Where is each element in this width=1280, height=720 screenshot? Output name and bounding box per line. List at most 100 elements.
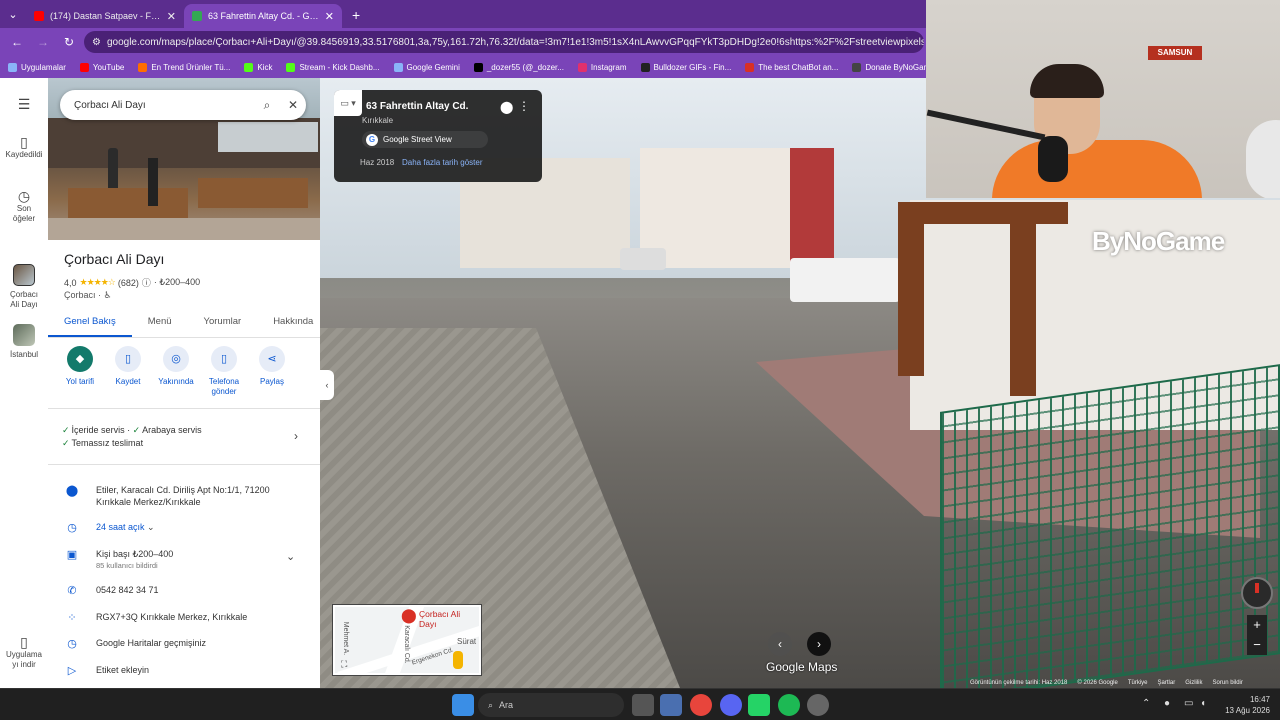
- store-icon[interactable]: [660, 694, 682, 716]
- search-icon[interactable]: ⌕: [254, 98, 280, 113]
- tab-google-maps[interactable]: 63 Fahrettin Altay Cd. - Google ✕: [184, 4, 342, 28]
- save-button[interactable]: ▯ Kaydet: [106, 346, 150, 397]
- expand-icon[interactable]: ⛶: [341, 659, 347, 670]
- info-icon[interactable]: ⓘ: [142, 276, 151, 289]
- forward-button[interactable]: →: [32, 35, 54, 49]
- mini-map[interactable]: Mehmet A. Karacalı Cd. Ergenekon Cd. ⬤ Ç…: [333, 605, 481, 675]
- amenities-row[interactable]: ✓ İçeride servis · ✓ Arabaya servis ✓ Temas…: [62, 424, 306, 450]
- volume-icon[interactable]: ◖: [1200, 698, 1206, 709]
- tab-about[interactable]: Hakkında: [257, 312, 320, 337]
- directions-button[interactable]: ◆ Yol tarifi: [58, 346, 102, 397]
- search-input[interactable]: Çorbacı Ali Dayı: [74, 100, 254, 111]
- footer-country[interactable]: Türkiye: [1128, 680, 1148, 688]
- tab-menu[interactable]: Menü: [132, 312, 188, 337]
- clock[interactable]: 16:47 13 Ağu 2026: [1210, 694, 1270, 716]
- start-icon[interactable]: [452, 694, 474, 716]
- chevron-right-icon[interactable]: ›: [294, 430, 298, 443]
- bookmark-favicon-icon: [244, 62, 254, 72]
- recent-button[interactable]: ◷ Son öğeler: [0, 188, 48, 224]
- bookmark-item[interactable]: Kick: [244, 62, 272, 72]
- site-info-icon[interactable]: ⚙: [92, 37, 101, 48]
- obs-icon[interactable]: [807, 694, 829, 716]
- bookmark-item[interactable]: Bulldozer GIFs - Fin...: [640, 62, 731, 72]
- menu-button[interactable]: ☰: [0, 96, 48, 112]
- taskbar-search[interactable]: ⌕ Ara: [478, 693, 624, 717]
- chevron-down-icon[interactable]: ⌄: [147, 522, 155, 532]
- spotify-icon[interactable]: [778, 694, 800, 716]
- bookmark-item[interactable]: Stream - Kick Dashb...: [286, 62, 380, 72]
- webcam-overlay: SAMSUN: [926, 0, 1280, 198]
- bookmark-item[interactable]: The best ChatBot an...: [745, 62, 838, 72]
- tab-search-icon[interactable]: ⌄: [0, 0, 26, 28]
- hours-row[interactable]: ◷ 24 saat açık ⌄: [48, 521, 320, 535]
- address-row[interactable]: ⬤ Etiler, Karacalı Cd. Diriliş Apt No:1/…: [48, 484, 320, 512]
- bookmark-item[interactable]: Donate ByNoGame...: [852, 62, 926, 72]
- zoom-out-button[interactable]: −: [1247, 635, 1267, 655]
- zoom-in-button[interactable]: +: [1247, 615, 1267, 635]
- reload-button[interactable]: ↻: [58, 35, 80, 49]
- price-row[interactable]: ▣ Kişi başı ₺200–400 85 kullanıcı bildir…: [48, 548, 320, 572]
- recent-label-2: öğeler: [12, 214, 36, 223]
- tab-overview[interactable]: Genel Bakış: [48, 312, 132, 337]
- recent-place-corbaci[interactable]: Çorbacı Ali Dayı: [0, 264, 48, 310]
- bookmark-item[interactable]: En Trend Ürünler Tü...: [138, 62, 230, 72]
- url-input[interactable]: ⚙ google.com/maps/place/Çorbacı+Ali+Dayı…: [84, 31, 924, 53]
- close-icon[interactable]: ✕: [325, 10, 334, 23]
- saved-button[interactable]: ▯ Kaydedildi: [0, 134, 48, 160]
- hours-value: 24 saat açık: [96, 522, 145, 532]
- place-panel: Çorbacı Ali Dayı ⌕ ✕ Çorbacı Ali Dayı 4,…: [48, 78, 320, 688]
- price-reports: 85 kullanıcı bildirdi: [96, 561, 158, 570]
- app-label: Uygulama: [5, 650, 42, 659]
- send-to-phone-button[interactable]: ▯ Telefona gönder: [202, 346, 246, 397]
- history-row[interactable]: ◷ Google Haritalar geçmişiniz: [48, 637, 320, 651]
- footer-report[interactable]: Sorun bildir: [1213, 680, 1243, 688]
- tab-youtube[interactable]: (174) Dastan Satpaev - Full Sea ✕: [26, 4, 184, 28]
- whatsapp-icon[interactable]: [748, 694, 770, 716]
- label-row[interactable]: ▷ Etiket ekleyin: [48, 664, 320, 678]
- bookmark-item[interactable]: YouTube: [79, 62, 124, 72]
- street-view-info-card: ▭ ▾ 63 Fahrettin Altay Cd. Kırıkkale G G…: [334, 90, 542, 182]
- get-app-button[interactable]: ▯ Uygulama yı indir: [0, 634, 48, 670]
- share-button[interactable]: ⋖ Paylaş: [250, 346, 294, 397]
- bookmark-item[interactable]: Uygulamalar: [8, 62, 66, 72]
- back-button[interactable]: ←: [6, 35, 28, 49]
- discord-icon[interactable]: [720, 694, 742, 716]
- pluscode-row[interactable]: ⁘ RGX7+3Q Kırıkkale Merkez, Kırıkkale: [48, 611, 320, 625]
- footer-terms[interactable]: Şartlar: [1158, 680, 1176, 688]
- more-options-icon[interactable]: ⋮: [518, 99, 530, 113]
- new-tab-button[interactable]: +: [342, 4, 370, 28]
- compass-icon[interactable]: [1241, 577, 1273, 609]
- tab-reviews[interactable]: Yorumlar: [188, 312, 258, 337]
- keyboard-icon[interactable]: ▭ ▾: [334, 90, 362, 116]
- close-icon[interactable]: ✕: [167, 10, 176, 23]
- next-button[interactable]: ›: [807, 632, 831, 656]
- street-view-city: Kırıkkale: [362, 116, 394, 125]
- gate-post: [1010, 216, 1036, 396]
- chrome-icon[interactable]: [690, 694, 712, 716]
- taskbar-search-label: Ara: [499, 700, 514, 710]
- recent-place-istanbul[interactable]: İstanbul: [0, 324, 48, 360]
- bookmark-item[interactable]: _dozer55 (@_dozer...: [473, 62, 564, 72]
- network-icon[interactable]: ▭: [1184, 698, 1193, 709]
- microphone-icon[interactable]: ●: [1164, 698, 1170, 709]
- nearby-button[interactable]: ◎ Yakınında: [154, 346, 198, 397]
- bookmark-item[interactable]: Instagram: [577, 62, 627, 72]
- previous-button[interactable]: ‹: [768, 632, 792, 656]
- chevron-down-icon[interactable]: ⌄: [286, 550, 295, 563]
- more-dates-link[interactable]: Daha fazla tarih göster: [402, 158, 483, 167]
- search-box[interactable]: Çorbacı Ali Dayı ⌕ ✕: [60, 90, 306, 120]
- place-category[interactable]: Çorbacı · ♿: [64, 290, 112, 301]
- collapse-panel-button[interactable]: ‹: [320, 370, 334, 400]
- review-count[interactable]: (682): [118, 278, 139, 288]
- bookmark-item[interactable]: Google Gemini: [393, 62, 460, 72]
- pegman-icon[interactable]: [453, 651, 463, 669]
- task-view-icon[interactable]: [632, 694, 654, 716]
- location-pin-icon[interactable]: ⬤: [500, 100, 513, 114]
- footer-privacy[interactable]: Gizlilik: [1185, 680, 1202, 688]
- chevron-up-icon[interactable]: ⌃: [1142, 698, 1150, 709]
- bookmark-label: Instagram: [590, 62, 627, 72]
- bookmark-icon: ▯: [20, 134, 28, 150]
- close-icon[interactable]: ✕: [280, 98, 306, 112]
- phone-row[interactable]: ✆ 0542 842 34 71: [48, 584, 320, 598]
- tab-title: (174) Dastan Satpaev - Full Sea: [50, 11, 161, 21]
